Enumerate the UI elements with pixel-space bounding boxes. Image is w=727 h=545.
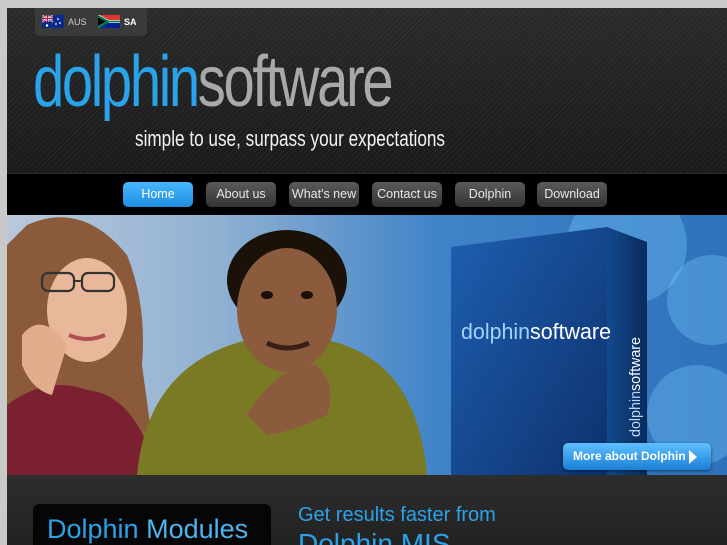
language-sa-label: SA xyxy=(124,16,137,27)
nav-whats-new[interactable]: What's new xyxy=(289,182,359,207)
nav-home[interactable]: Home xyxy=(123,182,193,207)
nav-dolphin[interactable]: Dolphin xyxy=(455,182,525,207)
language-sa[interactable]: SA xyxy=(98,15,137,28)
more-about-dolphin-button[interactable]: More about Dolphin xyxy=(563,443,711,470)
language-aus[interactable]: AUS xyxy=(42,15,87,28)
language-aus-label: AUS xyxy=(68,16,87,27)
nav-about-us[interactable]: About us xyxy=(206,182,276,207)
hero-banner: dolphinsoftware dolphinsoftware More abo… xyxy=(7,215,727,475)
modules-heading-part1: Dolphin xyxy=(47,514,139,544)
results-heading-line2: Dolphin MIS xyxy=(298,528,451,545)
header: AUS SA dolphinsoftware simple to use, su… xyxy=(7,8,727,173)
language-switcher: AUS SA xyxy=(35,8,147,36)
logo-part-dolphin: dolphin xyxy=(33,42,200,122)
box-logo-part-software: software xyxy=(530,319,611,344)
page-frame: AUS SA dolphinsoftware simple to use, su… xyxy=(7,8,727,545)
more-about-dolphin-label: More about Dolphin xyxy=(573,449,686,463)
logo-part-software: software xyxy=(197,42,394,122)
modules-heading[interactable]: Dolphin Modules xyxy=(33,504,271,545)
modules-heading-part2: Modules xyxy=(146,514,249,544)
man-photo xyxy=(137,230,427,475)
play-arrow-icon xyxy=(689,450,697,464)
svg-text:dolphinsoftware: dolphinsoftware xyxy=(627,337,644,437)
main-navigation: Home About us What's new Contact us Dolp… xyxy=(7,173,727,216)
nav-download[interactable]: Download xyxy=(537,182,607,207)
nav-contact-us[interactable]: Contact us xyxy=(372,182,442,207)
results-heading-line1: Get results faster from xyxy=(298,504,496,526)
box-side-part-dolphin: dolphin xyxy=(627,391,644,437)
south-africa-flag-icon xyxy=(98,15,120,28)
software-box: dolphinsoftware dolphinsoftware xyxy=(451,227,647,475)
site-logo[interactable]: dolphinsoftware xyxy=(33,46,394,118)
site-tagline: simple to use, surpass your expectations xyxy=(135,126,445,151)
box-side-part-software: software xyxy=(627,337,644,391)
content-section: Dolphin Modules Get results faster from … xyxy=(7,475,727,545)
australia-flag-icon xyxy=(42,15,64,28)
svg-text:dolphinsoftware: dolphinsoftware xyxy=(461,319,611,344)
box-logo-part-dolphin: dolphin xyxy=(461,319,530,344)
